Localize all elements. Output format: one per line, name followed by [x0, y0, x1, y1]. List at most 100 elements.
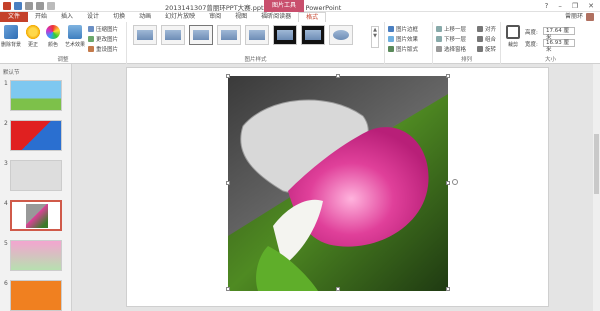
color-button[interactable]: 颜色	[43, 25, 63, 48]
tab-review[interactable]: 审阅	[202, 12, 228, 22]
border-icon	[388, 26, 394, 32]
style-option[interactable]	[245, 25, 269, 45]
artistic-effects-button[interactable]: 艺术效果	[63, 25, 87, 48]
picture-options-group: 图片边框 图片效果 图片版式	[385, 22, 433, 64]
corrections-label: 更正	[27, 42, 38, 48]
bring-forward-button[interactable]: 上移一层	[436, 25, 466, 33]
slide-number: 3	[4, 160, 8, 167]
flower-picture[interactable]	[228, 76, 448, 291]
reset-picture-button[interactable]: 重设图片	[88, 45, 118, 53]
remove-background-button[interactable]: 删除背景	[1, 25, 21, 48]
tab-slideshow[interactable]: 幻灯片放映	[158, 12, 202, 22]
tab-home[interactable]: 开始	[28, 12, 54, 22]
resize-handle[interactable]	[446, 181, 450, 185]
window-controls: ? – ❐ ✕	[545, 2, 594, 10]
picture-border-label: 图片边框	[396, 27, 419, 33]
tab-transitions[interactable]: 切换	[106, 12, 132, 22]
rotate-handle[interactable]	[452, 179, 458, 185]
color-wheel-icon	[46, 25, 60, 39]
start-show-icon[interactable]	[47, 2, 55, 10]
flower-image	[228, 76, 448, 291]
crop-button[interactable]: 裁剪	[503, 25, 523, 48]
tab-insert[interactable]: 插入	[54, 12, 80, 22]
slide-thumbnail-4[interactable]	[10, 200, 62, 231]
help-button[interactable]: ?	[545, 2, 549, 10]
resize-handle[interactable]	[446, 74, 450, 78]
slide-thumbnail-5[interactable]	[10, 240, 62, 271]
rotate-button[interactable]: 旋转	[477, 45, 496, 53]
resize-handle[interactable]	[336, 287, 340, 291]
adjust-group: 删除背景 更正 颜色 艺术效果 压缩图片 更改图片 重设图片 调整	[0, 22, 127, 64]
picture-layout-button[interactable]: 图片版式	[388, 45, 418, 53]
style-option[interactable]	[189, 25, 213, 45]
height-label: 高度:	[525, 30, 538, 36]
change-picture-button[interactable]: 更改图片	[88, 35, 118, 43]
resize-handle[interactable]	[226, 74, 230, 78]
style-option[interactable]	[329, 25, 353, 45]
vertical-scrollbar[interactable]	[593, 64, 600, 311]
section-header[interactable]: 默认节	[3, 68, 20, 76]
send-backward-label: 下移一层	[444, 37, 467, 43]
slide-thumbnail-6[interactable]	[10, 280, 62, 311]
selection-pane-button[interactable]: 选择窗格	[436, 45, 466, 53]
artistic-effects-icon	[68, 25, 82, 39]
compress-pictures-button[interactable]: 压缩图片	[88, 25, 118, 33]
width-field[interactable]: 16.93 厘米	[543, 39, 575, 53]
resize-handle[interactable]	[226, 181, 230, 185]
send-backward-button[interactable]: 下移一层	[436, 35, 466, 43]
sun-icon	[26, 25, 40, 39]
undo-icon[interactable]	[25, 2, 33, 10]
slide-thumbnail-1[interactable]	[10, 80, 62, 111]
effects-icon	[388, 36, 394, 42]
picture-border-button[interactable]: 图片边框	[388, 25, 418, 33]
user-name: 曾丽环	[564, 13, 583, 20]
picture-effects-button[interactable]: 图片效果	[388, 35, 418, 43]
ribbon: 删除背景 更正 颜色 艺术效果 压缩图片 更改图片 重设图片 调整 ▲ ▼ 图片…	[0, 22, 600, 64]
picture-effects-label: 图片效果	[396, 37, 419, 43]
style-option[interactable]	[133, 25, 157, 45]
crop-label: 裁剪	[507, 42, 518, 48]
tab-format[interactable]: 格式	[298, 11, 327, 23]
style-option[interactable]	[301, 25, 325, 45]
close-button[interactable]: ✕	[588, 2, 594, 10]
style-option[interactable]	[273, 25, 297, 45]
minimize-button[interactable]: –	[558, 2, 562, 10]
slide-thumbnail-2[interactable]	[10, 120, 62, 151]
slide-number: 5	[4, 240, 8, 247]
style-option[interactable]	[217, 25, 241, 45]
tab-file[interactable]: 文件	[0, 12, 29, 22]
rotate-label: 旋转	[485, 47, 497, 53]
window-title: 2013141307曾丽环PPT大赛.pptx - Microsoft Powe…	[165, 4, 342, 12]
resize-handle[interactable]	[336, 74, 340, 78]
picture-tools-header: 图片工具	[264, 0, 304, 12]
slide-thumbnail-3[interactable]	[10, 160, 62, 191]
resize-handle[interactable]	[226, 287, 230, 291]
corrections-button[interactable]: 更正	[23, 25, 43, 48]
align-icon	[477, 26, 483, 32]
redo-icon[interactable]	[36, 2, 44, 10]
layout-icon	[388, 46, 394, 52]
height-field[interactable]: 17.64 厘米	[543, 27, 575, 41]
tab-view[interactable]: 视图	[228, 12, 254, 22]
app-icon[interactable]	[3, 2, 11, 10]
save-icon[interactable]	[14, 2, 22, 10]
tab-animations[interactable]: 动画	[132, 12, 158, 22]
change-picture-label: 更改图片	[96, 37, 119, 43]
slide-number: 2	[4, 120, 8, 127]
group-button[interactable]: 组合	[477, 35, 496, 43]
slide-number: 4	[4, 200, 8, 207]
height-row: 高度:	[525, 28, 538, 36]
tab-foxit[interactable]: 福昕阅读器	[254, 12, 298, 22]
change-picture-icon	[88, 36, 94, 42]
style-option[interactable]	[161, 25, 185, 45]
restore-button[interactable]: ❐	[572, 2, 578, 10]
user-account[interactable]: 曾丽环	[565, 12, 594, 22]
reset-picture-icon	[88, 46, 94, 52]
adjust-group-label: 调整	[57, 57, 69, 63]
gallery-scroll[interactable]: ▲ ▼	[371, 26, 379, 48]
tab-design[interactable]: 设计	[80, 12, 106, 22]
picture-styles-group: ▲ ▼ 图片样式	[127, 22, 385, 64]
resize-handle[interactable]	[446, 287, 450, 291]
align-button[interactable]: 对齐	[477, 25, 496, 33]
scrollbar-thumb[interactable]	[594, 134, 599, 194]
